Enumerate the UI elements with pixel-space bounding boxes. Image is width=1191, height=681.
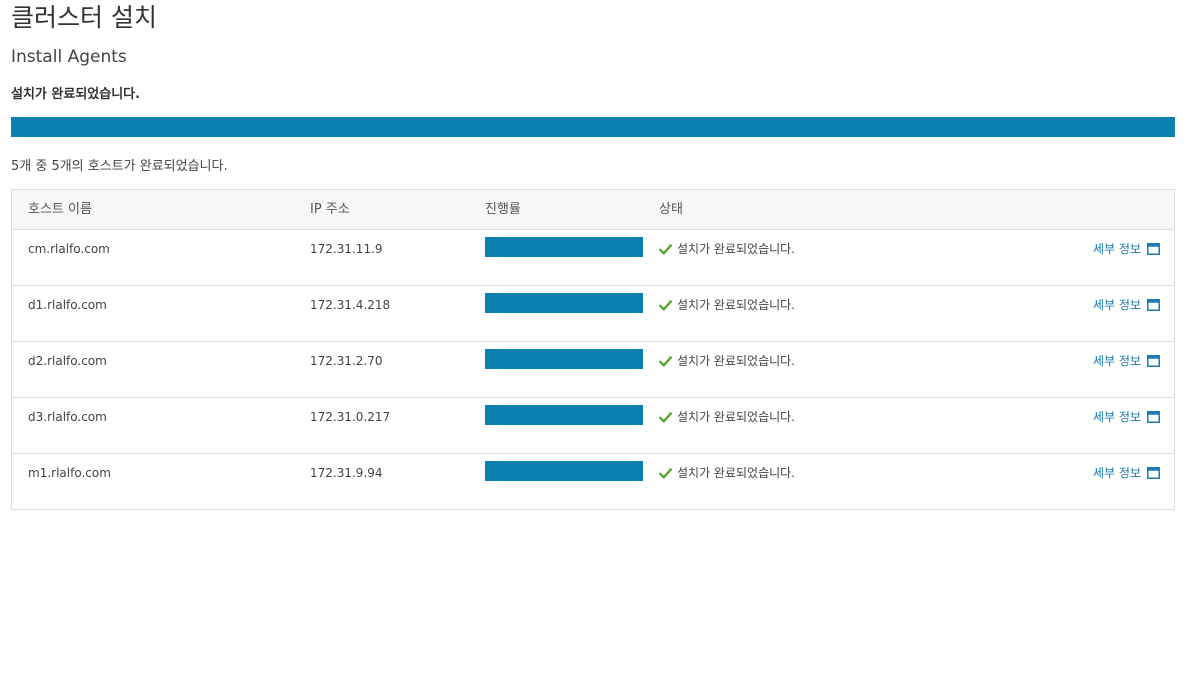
details-link[interactable]: 세부 정보 [1093,352,1160,370]
host-progress-bar [485,461,643,481]
page-title: 클러스터 설치 [11,3,157,32]
host-progress-bar [485,293,643,313]
column-header-ip: IP 주소 [310,202,350,217]
window-icon [1147,299,1160,311]
details-link-label: 세부 정보 [1093,410,1141,424]
host-progress-bar [485,349,643,369]
host-progress-bar [485,405,643,425]
window-icon [1147,243,1160,255]
host-ip: 172.31.4.218 [310,298,391,312]
host-progress-bar [485,237,643,257]
host-status: 설치가 완료되었습니다. [659,408,795,426]
host-ip: 172.31.0.217 [310,410,391,424]
check-icon [659,299,672,311]
details-link-label: 세부 정보 [1093,298,1141,312]
check-icon [659,243,672,255]
details-link[interactable]: 세부 정보 [1093,408,1160,426]
table-row: d3.rlalfo.com 172.31.0.217 설치가 완료되었습니다. … [12,398,1174,454]
table-row: d1.rlalfo.com 172.31.4.218 설치가 완료되었습니다. … [12,286,1174,342]
host-progress-fill [485,349,643,369]
host-progress-fill [485,405,643,425]
host-progress-fill [485,237,643,257]
install-status-heading: 설치가 완료되었습니다. [11,87,141,102]
details-link[interactable]: 세부 정보 [1093,296,1160,314]
check-icon [659,355,672,367]
table-row: d2.rlalfo.com 172.31.2.70 설치가 완료되었습니다. 세… [12,342,1174,398]
host-status-text: 설치가 완료되었습니다. [677,354,796,368]
check-icon [659,411,672,423]
details-link[interactable]: 세부 정보 [1093,240,1160,258]
host-status-text: 설치가 완료되었습니다. [677,242,796,256]
window-icon [1147,467,1160,479]
column-header-host: 호스트 이름 [28,202,92,217]
table-row: cm.rlalfo.com 172.31.11.9 설치가 완료되었습니다. 세… [12,230,1174,286]
host-status-text: 설치가 완료되었습니다. [677,410,796,424]
host-ip: 172.31.11.9 [310,242,383,256]
install-agents-page: 클러스터 설치 Install Agents 설치가 완료되었습니다. 5개 중… [0,0,1191,681]
table-row: m1.rlalfo.com 172.31.9.94 설치가 완료되었습니다. 세… [12,454,1174,509]
host-progress-fill [485,293,643,313]
window-icon [1147,355,1160,367]
host-status: 설치가 완료되었습니다. [659,464,795,482]
table-body: cm.rlalfo.com 172.31.11.9 설치가 완료되었습니다. 세… [12,230,1174,509]
host-status-text: 설치가 완료되었습니다. [677,466,796,480]
host-name: m1.rlalfo.com [28,466,111,480]
host-status: 설치가 완료되었습니다. [659,352,795,370]
host-status-text: 설치가 완료되었습니다. [677,298,796,312]
hosts-table: 호스트 이름 IP 주소 진행률 상태 cm.rlalfo.com 172.31… [11,189,1175,510]
host-name: cm.rlalfo.com [28,242,110,256]
check-icon [659,467,672,479]
host-progress-fill [485,461,643,481]
details-link-label: 세부 정보 [1093,466,1141,480]
details-link-label: 세부 정보 [1093,354,1141,368]
overall-progress-bar [11,117,1175,137]
host-status: 설치가 완료되었습니다. [659,296,795,314]
details-link[interactable]: 세부 정보 [1093,464,1160,482]
host-name: d3.rlalfo.com [28,410,107,424]
hosts-summary: 5개 중 5개의 호스트가 완료되었습니다. [11,159,228,174]
host-name: d1.rlalfo.com [28,298,107,312]
host-ip: 172.31.2.70 [310,354,383,368]
host-name: d2.rlalfo.com [28,354,107,368]
column-header-progress: 진행률 [485,202,521,217]
host-status: 설치가 완료되었습니다. [659,240,795,258]
overall-progress-fill [11,117,1175,137]
column-header-status: 상태 [659,202,683,217]
table-header: 호스트 이름 IP 주소 진행률 상태 [12,190,1174,230]
details-link-label: 세부 정보 [1093,242,1141,256]
host-ip: 172.31.9.94 [310,466,383,480]
window-icon [1147,411,1160,423]
page-subtitle: Install Agents [11,47,127,67]
